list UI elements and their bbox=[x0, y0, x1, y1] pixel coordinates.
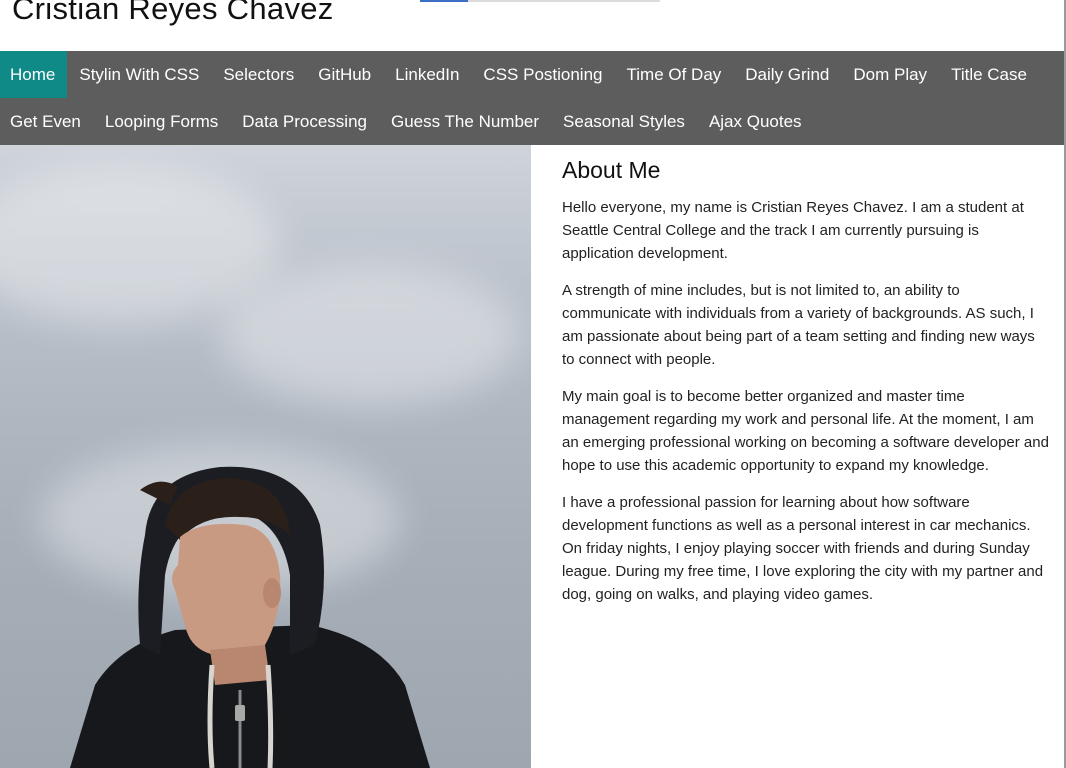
about-paragraph-3: My main goal is to become better organiz… bbox=[562, 388, 1049, 474]
about-paragraph-1: Hello everyone, my name is Cristian Reye… bbox=[562, 199, 1024, 262]
nav-item-linkedin[interactable]: LinkedIn bbox=[383, 51, 471, 98]
nav-item-css-positioning[interactable]: CSS Postioning bbox=[471, 51, 614, 98]
nav-row-2: Get Even Looping Forms Data Processing G… bbox=[0, 98, 1064, 145]
nav-item-dom-play[interactable]: Dom Play bbox=[841, 51, 939, 98]
nav-item-data-processing[interactable]: Data Processing bbox=[230, 98, 379, 145]
about-paragraph-2: A strength of mine includes, but is not … bbox=[562, 282, 1035, 368]
nav-item-get-even[interactable]: Get Even bbox=[0, 98, 93, 145]
about-paragraph-4: I have a professional passion for learni… bbox=[562, 494, 1044, 603]
nav-item-stylin-with-css[interactable]: Stylin With CSS bbox=[67, 51, 211, 98]
main-nav: Home Stylin With CSS Selectors GitHub Li… bbox=[0, 51, 1066, 145]
nav-item-home[interactable]: Home bbox=[0, 51, 68, 98]
nav-item-daily-grind[interactable]: Daily Grind bbox=[733, 51, 841, 98]
person-silhouette bbox=[70, 466, 430, 768]
site-header: Cristian Reyes Chavez bbox=[0, 0, 1066, 51]
nav-item-title-case[interactable]: Title Case bbox=[939, 51, 1039, 98]
nav-item-selectors[interactable]: Selectors bbox=[211, 51, 306, 98]
nav-item-seasonal-styles[interactable]: Seasonal Styles bbox=[551, 98, 697, 145]
site-title: Cristian Reyes Chavez bbox=[12, 0, 334, 26]
nav-item-guess-the-number[interactable]: Guess The Number bbox=[379, 98, 551, 145]
nav-item-time-of-day[interactable]: Time Of Day bbox=[615, 51, 734, 98]
horizontal-scrollbar-thumb[interactable] bbox=[420, 0, 468, 2]
about-heading: About Me bbox=[562, 157, 661, 183]
main-content: About Me Hello everyone, my name is Cris… bbox=[0, 145, 1066, 768]
nav-item-ajax-quotes[interactable]: Ajax Quotes bbox=[697, 98, 814, 145]
nav-item-github[interactable]: GitHub bbox=[306, 51, 383, 98]
about-section: About Me Hello everyone, my name is Cris… bbox=[531, 145, 1064, 768]
profile-photo bbox=[0, 145, 531, 768]
nav-row-1: Home Stylin With CSS Selectors GitHub Li… bbox=[0, 51, 1064, 98]
nav-item-looping-forms[interactable]: Looping Forms bbox=[93, 98, 230, 145]
